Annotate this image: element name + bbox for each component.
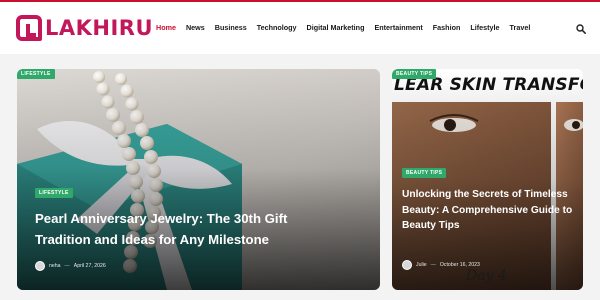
author-name[interactable]: Julie [416,262,427,268]
article-title[interactable]: Pearl Anniversary Jewelry: The 30th Gift… [35,208,335,250]
category-badge[interactable]: BEAUTY TIPS [402,168,447,178]
nav-item-business[interactable]: Business [215,23,247,32]
meta-separator: — [430,262,436,268]
nav-item-lifestyle[interactable]: Lifestyle [470,23,499,32]
category-badge[interactable]: LIFESTYLE [35,188,73,198]
author-name[interactable]: neha [49,263,61,269]
nav-item-news[interactable]: News [186,23,205,32]
logo-mark-icon [16,15,42,41]
site-logo[interactable]: LAKHIRU [16,13,153,43]
author-avatar [35,261,45,271]
nav-item-travel[interactable]: Travel [510,23,531,32]
category-badge-top[interactable]: BEAUTY TIPS [392,69,437,79]
category-badge-top[interactable]: LIFESTYLE [17,69,55,79]
article-title[interactable]: Unlocking the Secrets of Timeless Beauty… [402,187,574,234]
side-article-card[interactable]: LEAR SKIN TRANSFOR Day 4 BEAUTY TIPS BEA… [392,69,583,290]
article-date: October 16, 2023 [439,262,480,268]
main-nav: Home News Business Technology Digital Ma… [156,23,530,32]
meta-separator: — [64,263,70,269]
nav-item-digital-marketing[interactable]: Digital Marketing [307,23,365,32]
nav-item-entertainment[interactable]: Entertainment [374,23,422,32]
logo-text: LAKHIRU [45,16,154,40]
search-icon[interactable] [576,24,586,34]
pearl-gift-image [17,69,380,290]
featured-article-card[interactable]: LIFESTYLE LIFESTYLE Pearl Anniversary Je… [17,69,380,290]
article-date: April 27, 2026 [73,263,106,269]
handwritten-caption: Day 4 [466,268,507,284]
article-meta: Julie — October 16, 2023 [402,260,480,270]
nav-item-technology[interactable]: Technology [257,23,297,32]
site-header: LAKHIRU Home News Business Technology Di… [0,2,600,54]
author-avatar [402,260,412,270]
nav-item-home[interactable]: Home [156,23,176,32]
article-meta: neha — April 27, 2026 [35,261,106,271]
nav-item-fashion[interactable]: Fashion [433,23,461,32]
skin-transformation-image [392,69,583,290]
